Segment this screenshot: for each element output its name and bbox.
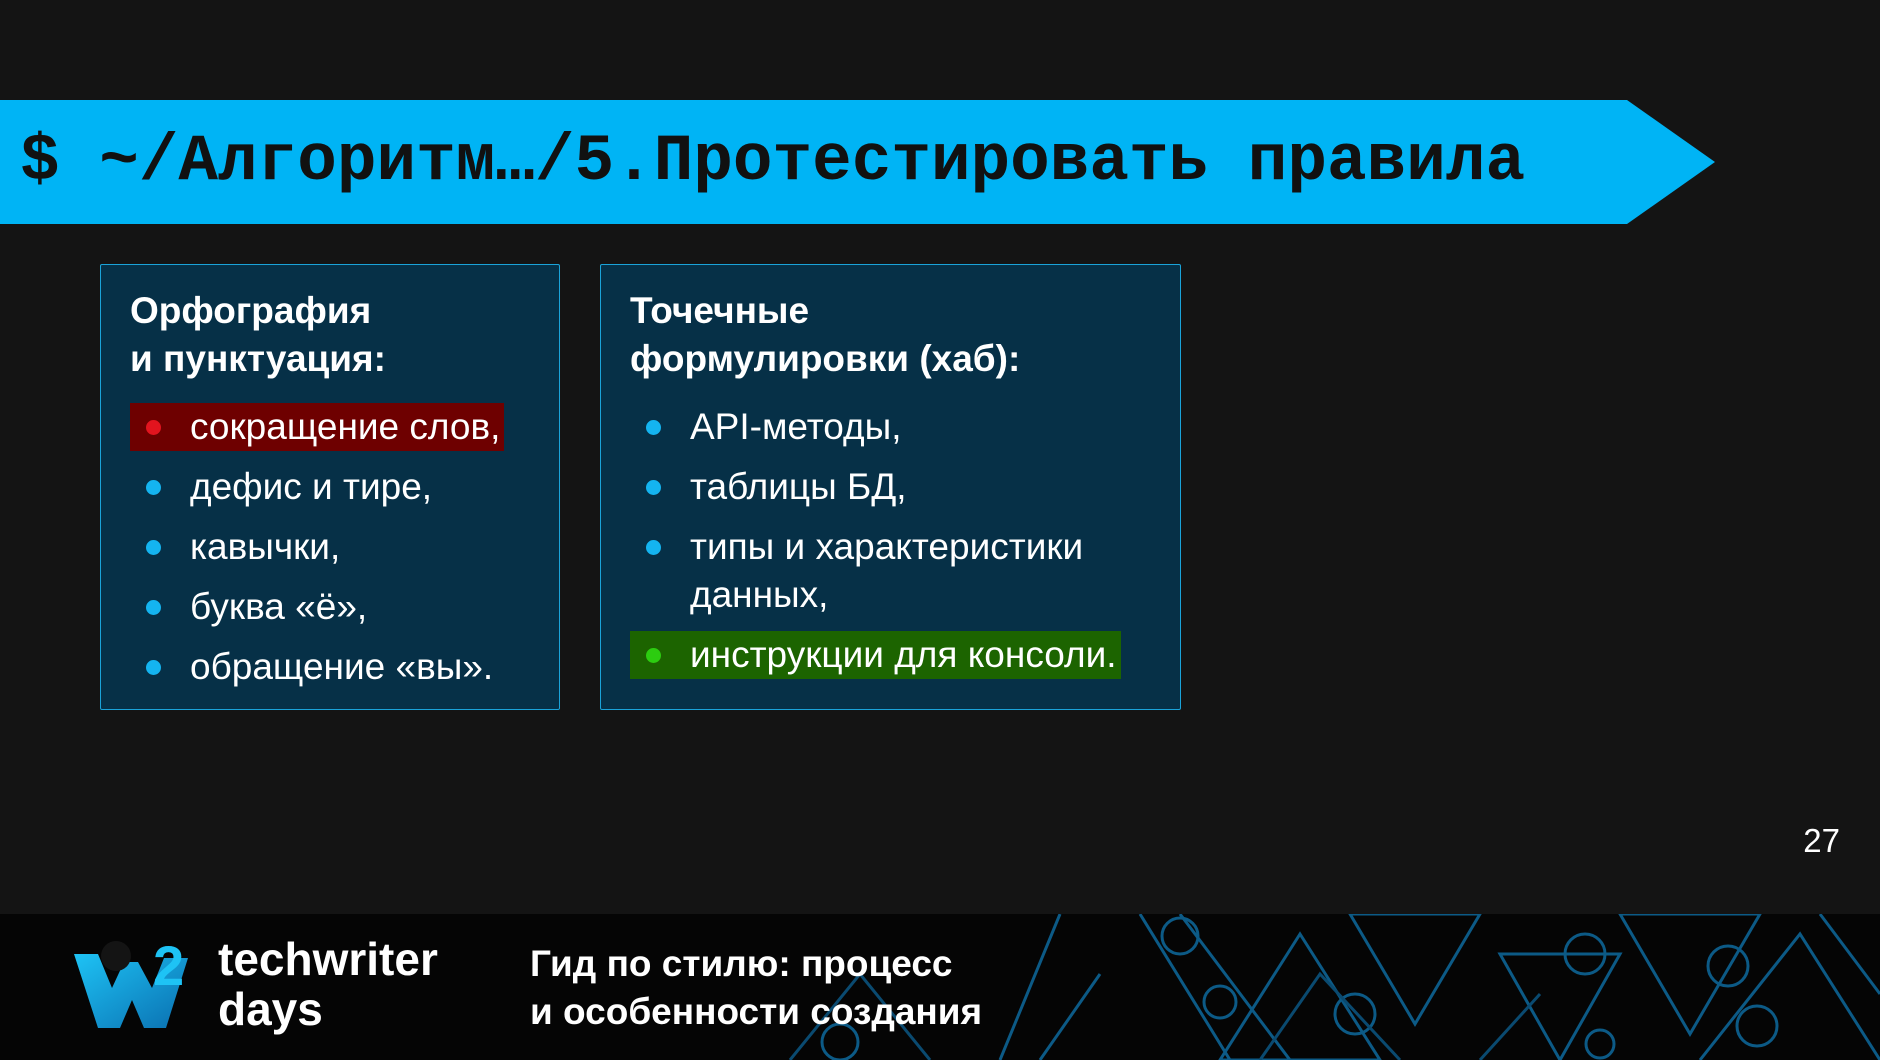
card-title: Орфография и пунктуация: [130,287,559,383]
bullet-dot-icon [646,540,661,555]
card-specific-wording: Точечные формулировки (хаб): API-методы,… [600,264,1181,710]
card-title-line: формулировки (хаб): [630,338,1021,379]
brand-line: techwriter [218,933,438,985]
card-title-line: и пунктуация: [130,338,386,379]
list-item-row: инструкции для консоли. [630,631,1180,679]
list-item-row: сокращение слов, [130,403,559,451]
card-title-line: Орфография [130,290,372,331]
brand-line: days [218,983,323,1035]
list-item-highlighted: инструкции для консоли. [630,631,1121,679]
bullet-list: сокращение слов, дефис и тире, кавычки, … [130,403,559,691]
subtitle-line: Гид по стилю: процесс [530,943,953,984]
logo-number: 2 [153,934,185,997]
page-number: 27 [1803,822,1840,859]
list-item: таблицы БД, [630,463,1180,511]
bullet-dot-icon [646,648,661,663]
card-title-line: Точечные [630,290,810,331]
list-item-text: инструкции для консоли. [690,634,1117,675]
bullet-dot-icon [146,660,161,675]
bullet-dot-icon [146,420,161,435]
bullet-dot-icon [146,540,161,555]
list-item-highlighted: сокращение слов, [130,403,505,451]
list-item: дефис и тире, [130,463,559,511]
list-item-text: дефис и тире, [190,466,433,507]
list-item: типы и характеристики данных, [630,523,1150,619]
list-item: API-методы, [630,403,1180,451]
slide-title: $ ~/Алгоритм…/5.Протестировать правила [20,124,1526,199]
list-item-text: API-методы, [690,406,902,447]
footer-bar: 2 techwriter days Гид по стилю: процесс … [0,914,1880,1060]
list-item-text: буква «ё», [190,586,368,627]
bullet-dot-icon [146,600,161,615]
slide: $ ~/Алгоритм…/5.Протестировать правила О… [0,0,1880,1060]
list-item: обращение «вы». [130,643,559,691]
list-item-text: сокращение слов, [190,406,501,447]
bullet-dot-icon [646,480,661,495]
bullet-list: API-методы, таблицы БД, типы и характери… [630,403,1180,679]
bullet-dot-icon [146,480,161,495]
card-title: Точечные формулировки (хаб): [630,287,1180,383]
list-item-text: кавычки, [190,526,341,567]
list-item-text: таблицы БД, [690,466,907,507]
card-spelling-punctuation: Орфография и пунктуация: сокращение слов… [100,264,560,710]
bullet-dot-icon [646,420,661,435]
subtitle-line: и особенности создания [530,991,983,1032]
presentation-subtitle: Гид по стилю: процесс и особенности созд… [530,940,982,1036]
list-item-text: типы и характеристики данных, [690,526,1084,615]
list-item: кавычки, [130,523,559,571]
list-item: буква «ё», [130,583,559,631]
brand-name: techwriter days [218,934,438,1034]
list-item-text: обращение «вы». [190,646,494,687]
